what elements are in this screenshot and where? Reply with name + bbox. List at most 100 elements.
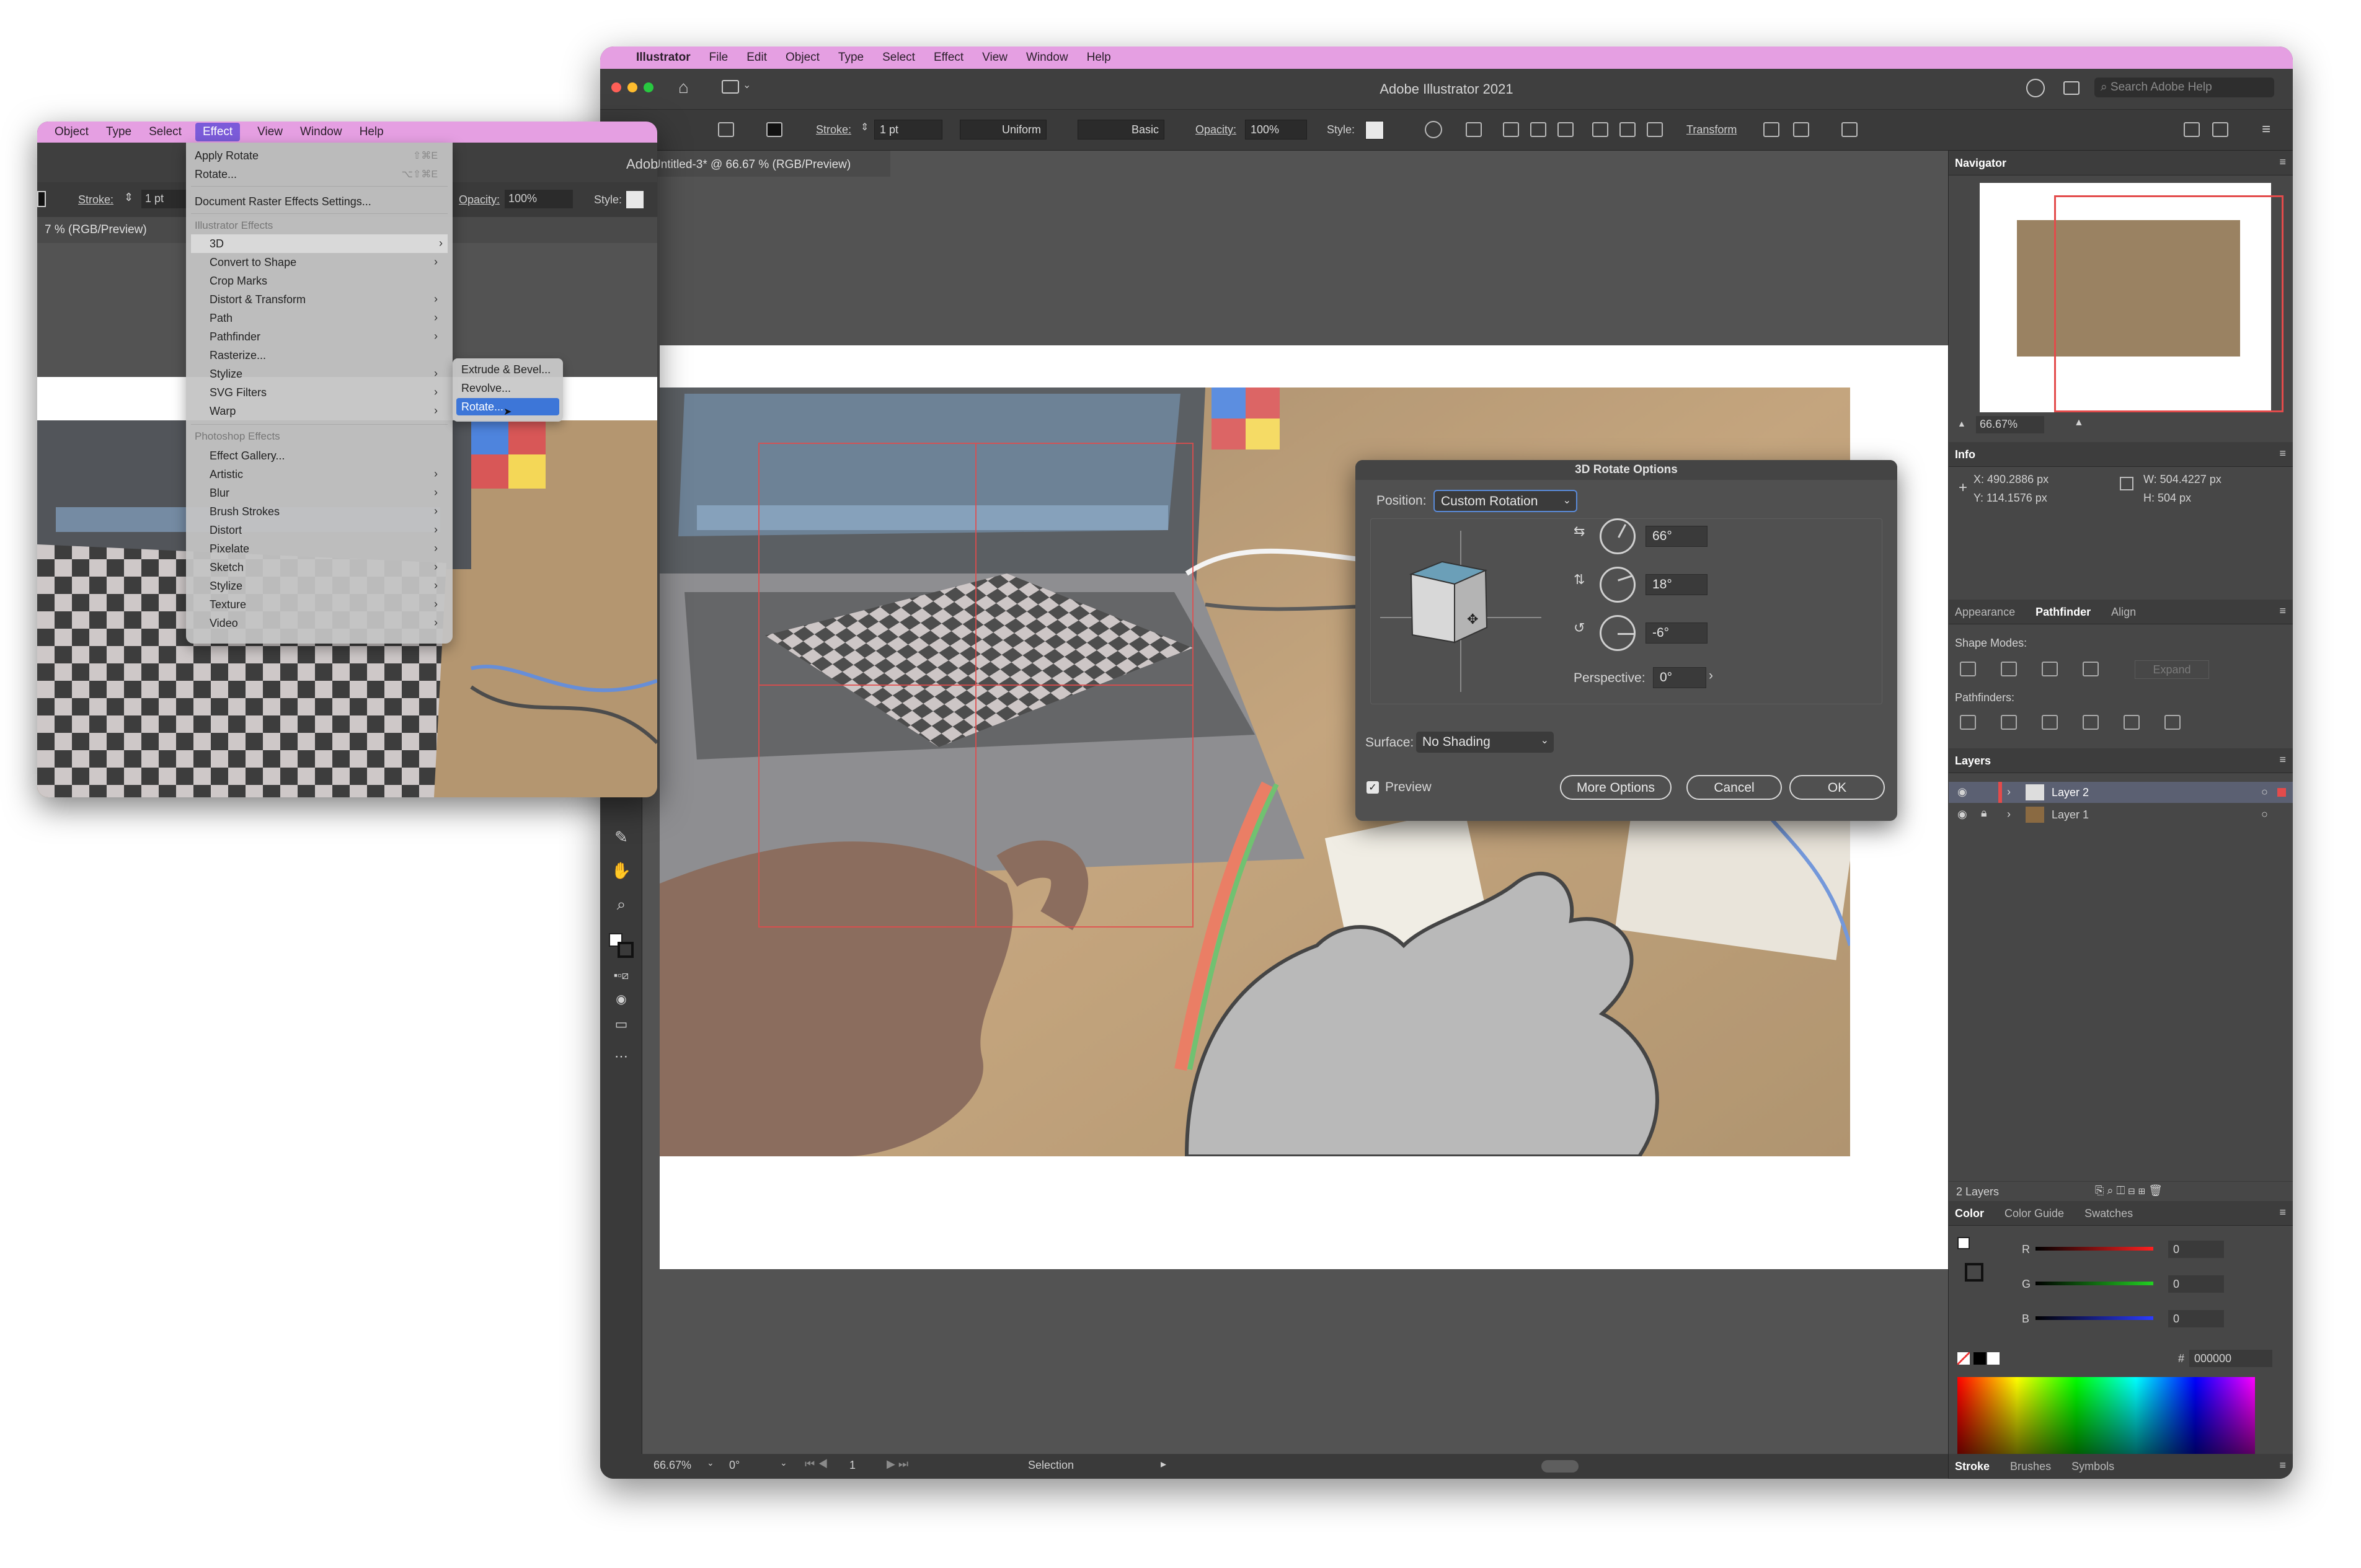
align-middle-icon[interactable]	[1619, 122, 1636, 137]
user-account-icon[interactable]	[2026, 79, 2045, 97]
artboard-number-field[interactable]: 1	[849, 1459, 856, 1472]
layers-panel-menu-icon[interactable]: ≡	[2279, 753, 2286, 766]
menu-help[interactable]: Help	[1087, 51, 1111, 64]
tab-info[interactable]: Info	[1955, 448, 1975, 461]
document-tab[interactable]: Untitled-3* @ 66.67 % (RGB/Preview)	[642, 151, 890, 177]
fill-swatch-icon[interactable]	[718, 122, 734, 137]
expand-layer-chevron-icon[interactable]: ›	[2007, 786, 2011, 799]
navigator-zoom-field[interactable]: 66.67%	[1976, 416, 2044, 433]
align-top-icon[interactable]	[1592, 122, 1608, 137]
menu-select[interactable]: Select	[882, 51, 915, 64]
stroke-color-icon[interactable]	[618, 942, 634, 958]
align-right-icon[interactable]	[1557, 122, 1574, 137]
tab-pathfinder[interactable]: Pathfinder	[2035, 606, 2091, 619]
navigator-view-box[interactable]	[2054, 195, 2283, 412]
menu-item-warp[interactable]: Warp ›	[195, 402, 443, 420]
zoom-level-field[interactable]: 66.67%	[653, 1459, 691, 1472]
black-swatch[interactable]	[1973, 1352, 1986, 1365]
layer-row[interactable]: ◉ › Layer 2 ○	[1949, 782, 2293, 803]
none-swatch[interactable]	[1957, 1352, 1970, 1365]
layer-name[interactable]: Layer 1	[2052, 808, 2089, 822]
menu-item-blur[interactable]: Blur ›	[195, 484, 443, 502]
panel-menu-icon[interactable]: ≡	[2279, 156, 2286, 169]
trim-icon[interactable]	[2001, 715, 2017, 730]
menu-item-crop-marks[interactable]: Crop Marks	[195, 272, 443, 290]
z-angle-dial[interactable]	[1600, 615, 1636, 651]
inset-menu-view[interactable]: View	[257, 125, 283, 139]
draw-mode-icon[interactable]: ◉	[610, 991, 632, 1014]
menu-item-stylize[interactable]: Stylize ›	[195, 365, 443, 383]
next-artboard-icon[interactable]: ▶ ⏭	[887, 1458, 908, 1471]
menu-item-svg-filters[interactable]: SVG Filters ›	[195, 383, 443, 402]
align-bottom-icon[interactable]	[1647, 122, 1663, 137]
pathfinder-panel-menu-icon[interactable]: ≡	[2279, 605, 2286, 618]
menu-item-effect-gallery[interactable]: Effect Gallery...	[195, 446, 443, 465]
tab-align[interactable]: Align	[2111, 606, 2136, 619]
intersect-icon[interactable]	[2042, 662, 2058, 676]
menu-item-sketch[interactable]: Sketch ›	[195, 558, 443, 577]
z-angle-field[interactable]: -6°	[1646, 622, 1708, 644]
menu-item-brush-strokes[interactable]: Brush Strokes ›	[195, 502, 443, 521]
inset-stroke-label[interactable]: Stroke:	[78, 193, 113, 206]
exclude-icon[interactable]	[2083, 662, 2099, 676]
recolor-artwork-icon[interactable]	[1425, 121, 1442, 138]
zoom-chevron-icon[interactable]: ⌄	[707, 1458, 714, 1468]
menu-effect[interactable]: Effect	[934, 51, 963, 64]
align-center-icon[interactable]	[1530, 122, 1546, 137]
menu-item-convert-to-shape[interactable]: Convert to Shape ›	[195, 253, 443, 272]
control-bar-menu-icon[interactable]: ≡	[2262, 121, 2270, 138]
target-icon[interactable]: ○	[2261, 786, 2268, 799]
hex-value-field[interactable]: 000000	[2189, 1350, 2272, 1367]
menu-item-rasterize[interactable]: Rasterize...	[195, 346, 443, 365]
menu-item-path[interactable]: Path ›	[195, 309, 443, 327]
menu-item-texture[interactable]: Texture ›	[195, 595, 443, 614]
zoom-in-icon[interactable]: ▲	[2074, 417, 2084, 428]
layer-name[interactable]: Layer 2	[2052, 786, 2089, 799]
green-slider[interactable]	[2035, 1282, 2153, 1285]
y-angle-field[interactable]: 18°	[1646, 574, 1708, 595]
menu-object[interactable]: Object	[786, 51, 820, 64]
red-value[interactable]: 0	[2168, 1241, 2224, 1258]
panel-layout-icon[interactable]	[2184, 122, 2200, 137]
unite-icon[interactable]	[1960, 662, 1976, 676]
divide-icon[interactable]	[1960, 715, 1976, 730]
stroke-label[interactable]: Stroke:	[816, 123, 851, 136]
stroke-stepper-icon[interactable]: ⇕	[861, 121, 869, 133]
tab-layers[interactable]: Layers	[1955, 755, 1991, 768]
info-panel-menu-icon[interactable]: ≡	[2279, 447, 2286, 460]
search-help-input[interactable]: ⌕ Search Adobe Help	[2094, 78, 2274, 97]
menu-view[interactable]: View	[982, 51, 1008, 64]
tab-symbols[interactable]: Symbols	[2071, 1460, 2114, 1473]
rotation-field[interactable]: 0°	[729, 1459, 740, 1472]
green-value[interactable]: 0	[2168, 1275, 2224, 1293]
menu-item-3d[interactable]: 3D ›	[191, 234, 448, 253]
navigator-thumbnail[interactable]	[1980, 183, 2283, 412]
more-options-button[interactable]: More Options	[1560, 775, 1672, 800]
merge-icon[interactable]	[2042, 715, 2058, 730]
transform-link[interactable]: Transform	[1686, 123, 1737, 136]
brush-definition[interactable]: Basic	[1078, 120, 1164, 140]
fill-indicator-icon[interactable]	[1957, 1237, 1970, 1249]
menu-item-distort[interactable]: Distort ›	[195, 521, 443, 539]
submenu-item-extrude-bevel[interactable]: Extrude & Bevel...	[456, 361, 559, 378]
opacity-field[interactable]: 100%	[1245, 120, 1307, 140]
visibility-eye-icon[interactable]: ◉	[1957, 786, 1967, 799]
stroke-swatch-icon[interactable]	[766, 122, 782, 137]
inset-menu-select[interactable]: Select	[149, 125, 182, 139]
inset-opacity-label[interactable]: Opacity:	[459, 193, 500, 206]
stroke-panel-menu-icon[interactable]: ≡	[2279, 1459, 2286, 1472]
selection-indicator[interactable]	[2277, 788, 2286, 797]
menu-item-video[interactable]: Video ›	[195, 614, 443, 632]
perspective-slider-arrow-icon[interactable]: ›	[1709, 668, 1713, 683]
transform-icon[interactable]	[1763, 122, 1779, 137]
cancel-button[interactable]: Cancel	[1686, 775, 1782, 800]
layer-row[interactable]: ◉ 🔒︎ › Layer 1 ○	[1949, 804, 2293, 825]
edit-toolbar-icon[interactable]: ⋯	[610, 1048, 632, 1071]
menu-window[interactable]: Window	[1026, 51, 1068, 64]
inset-menu-object[interactable]: Object	[55, 125, 89, 139]
y-angle-dial[interactable]	[1600, 567, 1636, 603]
menu-item-apply-rotate[interactable]: Apply Rotate ⇧⌘E	[195, 146, 443, 165]
inset-stroke-field[interactable]: 1 pt	[141, 190, 191, 208]
expand-layer-chevron-icon[interactable]: ›	[2007, 808, 2011, 821]
preview-checkbox[interactable]: ✓	[1367, 781, 1379, 794]
